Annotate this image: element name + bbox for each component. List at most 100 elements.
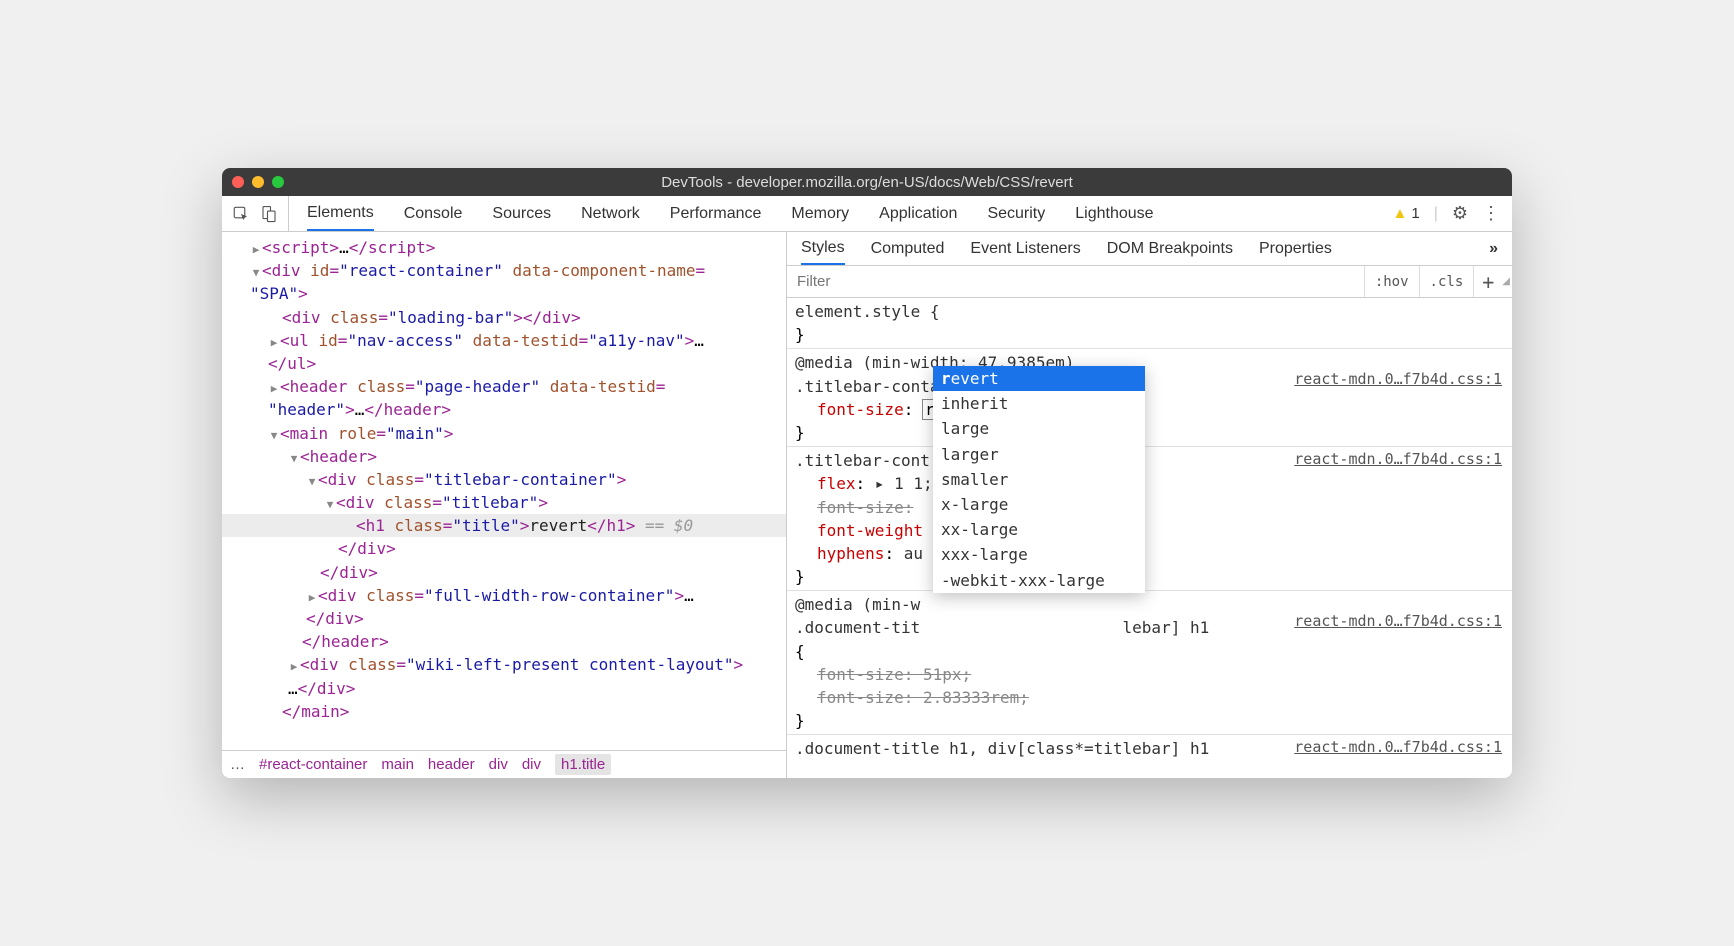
warning-icon: ▲ <box>1393 205 1408 222</box>
toolbar-icons <box>222 196 289 231</box>
tab-application[interactable]: Application <box>879 196 957 231</box>
warnings-badge[interactable]: ▲1 <box>1393 205 1420 222</box>
breadcrumb-item[interactable]: main <box>381 756 414 773</box>
tab-styles[interactable]: Styles <box>801 232 845 265</box>
breadcrumb-item[interactable]: div <box>489 756 508 773</box>
dom-node[interactable]: ▶<div class="wiki-left-present content-l… <box>222 653 786 676</box>
cls-button[interactable]: .cls <box>1419 266 1474 297</box>
style-rule[interactable]: react-mdn.0…f7b4d.css:1 @media (min-w .d… <box>787 591 1512 735</box>
dom-node[interactable]: ▼<div id="react-container" data-componen… <box>222 259 786 282</box>
dom-node-close[interactable]: …</div> <box>222 677 786 700</box>
dom-node[interactable]: ▶<header class="page-header" data-testid… <box>222 375 786 398</box>
dom-node[interactable]: ▼<div class="titlebar"> <box>222 491 786 514</box>
window-titlebar: DevTools - developer.mozilla.org/en-US/d… <box>222 168 1512 196</box>
css-property[interactable]: font-size: revert; <box>795 398 1504 421</box>
dom-node[interactable]: ▶<script>…</script> <box>222 236 786 259</box>
breadcrumb-item[interactable]: div <box>522 756 541 773</box>
css-property[interactable]: flex: ▸ 1 1; <box>795 472 1504 495</box>
dom-node-close[interactable]: </ul> <box>222 352 786 375</box>
device-icon[interactable] <box>260 205 278 223</box>
tab-security[interactable]: Security <box>987 196 1045 231</box>
close-icon[interactable] <box>232 176 244 188</box>
hov-button[interactable]: :hov <box>1364 266 1419 297</box>
tab-lighthouse[interactable]: Lighthouse <box>1075 196 1153 231</box>
autocomplete-option[interactable]: -webkit-xxx-large <box>933 568 1145 593</box>
source-link[interactable]: react-mdn.0…f7b4d.css:1 <box>1294 611 1502 633</box>
dom-tree[interactable]: ▶<script>…</script> ▼<div id="react-cont… <box>222 232 786 750</box>
toolbar-right: ▲1 | ⚙ ⋮ <box>1381 203 1513 224</box>
opt-rest: evert <box>951 369 999 388</box>
source-link[interactable]: react-mdn.0…f7b4d.css:1 <box>1294 449 1502 471</box>
more-icon[interactable]: ⋮ <box>1482 203 1500 224</box>
dom-node-cont[interactable]: "header">…</header> <box>222 398 786 421</box>
tab-elements[interactable]: Elements <box>307 196 374 231</box>
style-rule[interactable]: react-mdn.0…f7b4d.css:1 .document-title … <box>787 735 1512 762</box>
css-property[interactable]: font-size: <box>795 496 1504 519</box>
traffic-lights <box>232 176 284 188</box>
breadcrumb-item[interactable]: header <box>428 756 475 773</box>
tab-network[interactable]: Network <box>581 196 640 231</box>
dom-node-cont[interactable]: "SPA"> <box>222 282 786 305</box>
filter-input[interactable] <box>787 273 1364 290</box>
inspect-icon[interactable] <box>232 205 250 223</box>
autocomplete-option[interactable]: xxx-large <box>933 542 1145 567</box>
devtools-window: DevTools - developer.mozilla.org/en-US/d… <box>222 168 1512 778</box>
breadcrumb-item[interactable]: … <box>230 756 245 773</box>
dom-node-close[interactable]: </header> <box>222 630 786 653</box>
dom-node-selected[interactable]: <h1 class="title">revert</h1> == $0 <box>222 514 786 537</box>
window-title: DevTools - developer.mozilla.org/en-US/d… <box>661 174 1073 191</box>
autocomplete-option[interactable]: revert <box>933 366 1145 391</box>
autocomplete-option[interactable]: xx-large <box>933 517 1145 542</box>
css-property[interactable]: hyphens: au <box>795 542 1504 565</box>
rule-selector[interactable]: element.style { <box>795 300 1504 323</box>
tab-properties[interactable]: Properties <box>1259 232 1332 265</box>
autocomplete-option[interactable]: smaller <box>933 467 1145 492</box>
dom-node[interactable]: ▶<div class="full-width-row-container">… <box>222 584 786 607</box>
resize-corner-icon: ◢ <box>1502 276 1512 287</box>
style-rule[interactable]: element.style { } <box>787 298 1512 349</box>
css-property[interactable]: font-weight <box>795 519 1504 542</box>
breadcrumb-item[interactable]: h1.title <box>555 754 611 775</box>
tab-computed[interactable]: Computed <box>871 232 945 265</box>
tab-memory[interactable]: Memory <box>791 196 849 231</box>
source-link[interactable]: react-mdn.0…f7b4d.css:1 <box>1294 369 1502 391</box>
autocomplete-popup[interactable]: revert inherit large larger smaller x-la… <box>933 366 1145 593</box>
tab-performance[interactable]: Performance <box>670 196 762 231</box>
styles-panel: Styles Computed Event Listeners DOM Brea… <box>787 232 1512 778</box>
new-rule-button[interactable]: + <box>1473 266 1502 297</box>
toolbar-tabs: Elements Console Sources Network Perform… <box>289 196 1381 231</box>
tab-event-listeners[interactable]: Event Listeners <box>970 232 1080 265</box>
dom-node[interactable]: ▼<div class="titlebar-container"> <box>222 468 786 491</box>
dom-node-close[interactable]: </div> <box>222 607 786 630</box>
content-area: ▶<script>…</script> ▼<div id="react-cont… <box>222 232 1512 778</box>
tab-sources[interactable]: Sources <box>492 196 551 231</box>
elements-panel: ▶<script>…</script> ▼<div id="react-cont… <box>222 232 787 778</box>
minimize-icon[interactable] <box>252 176 264 188</box>
css-property[interactable]: font-size: 51px; <box>795 663 1504 686</box>
autocomplete-option[interactable]: x-large <box>933 492 1145 517</box>
autocomplete-option[interactable]: large <box>933 416 1145 441</box>
styles-rules[interactable]: element.style { } react-mdn.0…f7b4d.css:… <box>787 298 1512 778</box>
style-rule[interactable]: react-mdn.0…f7b4d.css:1 .titlebar-cont f… <box>787 447 1512 591</box>
dom-node[interactable]: ▼<header> <box>222 445 786 468</box>
more-tabs-icon[interactable]: » <box>1489 232 1498 265</box>
dom-node-close[interactable]: </div> <box>222 537 786 560</box>
breadcrumbs[interactable]: … #react-container main header div div h… <box>222 750 786 778</box>
autocomplete-option[interactable]: inherit <box>933 391 1145 416</box>
maximize-icon[interactable] <box>272 176 284 188</box>
dom-node-close[interactable]: </div> <box>222 561 786 584</box>
tab-console[interactable]: Console <box>404 196 463 231</box>
dom-node[interactable]: ▶<ul id="nav-access" data-testid="a11y-n… <box>222 329 786 352</box>
css-property[interactable]: font-size: 2.83333rem; <box>795 686 1504 709</box>
breadcrumb-item[interactable]: #react-container <box>259 756 367 773</box>
autocomplete-option[interactable]: larger <box>933 442 1145 467</box>
dom-node[interactable]: ▼<main role="main"> <box>222 422 786 445</box>
settings-icon[interactable]: ⚙ <box>1452 203 1468 224</box>
tab-dom-breakpoints[interactable]: DOM Breakpoints <box>1107 232 1233 265</box>
style-rule[interactable]: react-mdn.0…f7b4d.css:1 @media (min-widt… <box>787 349 1512 447</box>
source-link[interactable]: react-mdn.0…f7b4d.css:1 <box>1294 737 1502 759</box>
dom-node-close[interactable]: </main> <box>222 700 786 723</box>
main-toolbar: Elements Console Sources Network Perform… <box>222 196 1512 232</box>
dom-node[interactable]: <div class="loading-bar"></div> <box>222 306 786 329</box>
filter-bar: :hov .cls + ◢ <box>787 266 1512 298</box>
